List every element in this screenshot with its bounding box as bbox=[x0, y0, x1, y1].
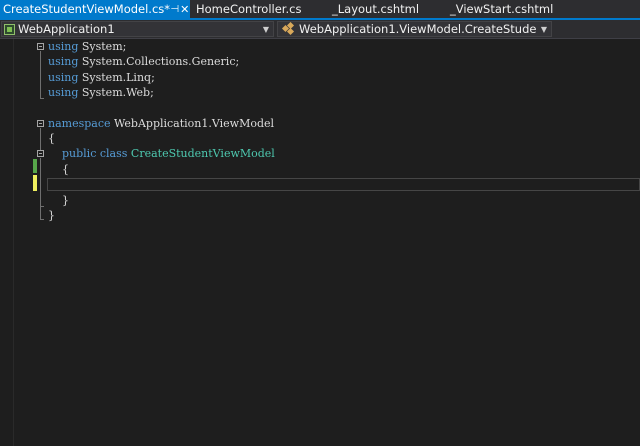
class-icon bbox=[281, 22, 296, 36]
chevron-down-icon: ▼ bbox=[540, 24, 548, 34]
current-line-highlight bbox=[47, 178, 640, 191]
document-tab-strip: CreateStudentViewModel.cs* ⊣ ✕ HomeContr… bbox=[0, 0, 640, 20]
unsaved-change-marker bbox=[33, 175, 37, 191]
tab-createstudentviewmodel[interactable]: CreateStudentViewModel.cs* ⊣ ✕ bbox=[0, 0, 190, 18]
outline-guide bbox=[40, 51, 41, 98]
code-line-11: } bbox=[48, 194, 69, 207]
close-icon[interactable]: ✕ bbox=[179, 3, 190, 16]
tab-layout[interactable]: _Layout.cshtml bbox=[332, 0, 450, 18]
outline-guide-end bbox=[40, 98, 44, 99]
navigation-bar: WebApplication1 ▼ WebApplication1.ViewMo… bbox=[0, 20, 640, 39]
member-dropdown-label: WebApplication1.ViewModel.CreateStudentV… bbox=[299, 22, 537, 36]
tab-label: _ViewStart.cshtml bbox=[450, 2, 554, 16]
tab-label: HomeController.cs bbox=[196, 2, 302, 16]
code-line-12: } bbox=[48, 209, 55, 222]
project-dropdown[interactable]: WebApplication1 ▼ bbox=[1, 21, 274, 37]
code-editor[interactable]: using System; using System.Collections.G… bbox=[0, 39, 640, 446]
tab-label: CreateStudentViewModel.cs* bbox=[3, 2, 171, 16]
saved-change-marker bbox=[33, 159, 37, 173]
code-line-6: namespace WebApplication1.ViewModel bbox=[48, 117, 275, 130]
outline-guide-end bbox=[40, 219, 44, 220]
collapse-toggle-icon[interactable] bbox=[37, 150, 44, 157]
code-line-9: { bbox=[48, 163, 69, 176]
code-line-3: using System.Linq; bbox=[48, 71, 155, 84]
member-dropdown[interactable]: WebApplication1.ViewModel.CreateStudentV… bbox=[277, 21, 552, 37]
collapse-toggle-icon[interactable] bbox=[37, 43, 44, 50]
code-line-7: { bbox=[48, 132, 55, 145]
project-icon bbox=[4, 23, 15, 35]
outline-guide bbox=[40, 207, 41, 219]
project-dropdown-label: WebApplication1 bbox=[18, 22, 115, 36]
tab-label: _Layout.cshtml bbox=[332, 2, 420, 16]
code-line-1: using System; bbox=[48, 40, 127, 53]
chevron-down-icon: ▼ bbox=[262, 24, 270, 34]
indicator-margin-divider bbox=[13, 39, 14, 446]
outline-guide bbox=[40, 158, 41, 206]
collapse-toggle-icon[interactable] bbox=[37, 120, 44, 127]
code-line-2: using System.Collections.Generic; bbox=[48, 55, 240, 68]
tab-viewstart[interactable]: _ViewStart.cshtml bbox=[450, 0, 553, 18]
code-line-4: using System.Web; bbox=[48, 86, 154, 99]
pin-icon[interactable]: ⊣ bbox=[170, 4, 179, 15]
tab-homecontroller[interactable]: HomeController.cs bbox=[190, 0, 332, 18]
code-line-8: public class CreateStudentViewModel bbox=[62, 147, 275, 160]
